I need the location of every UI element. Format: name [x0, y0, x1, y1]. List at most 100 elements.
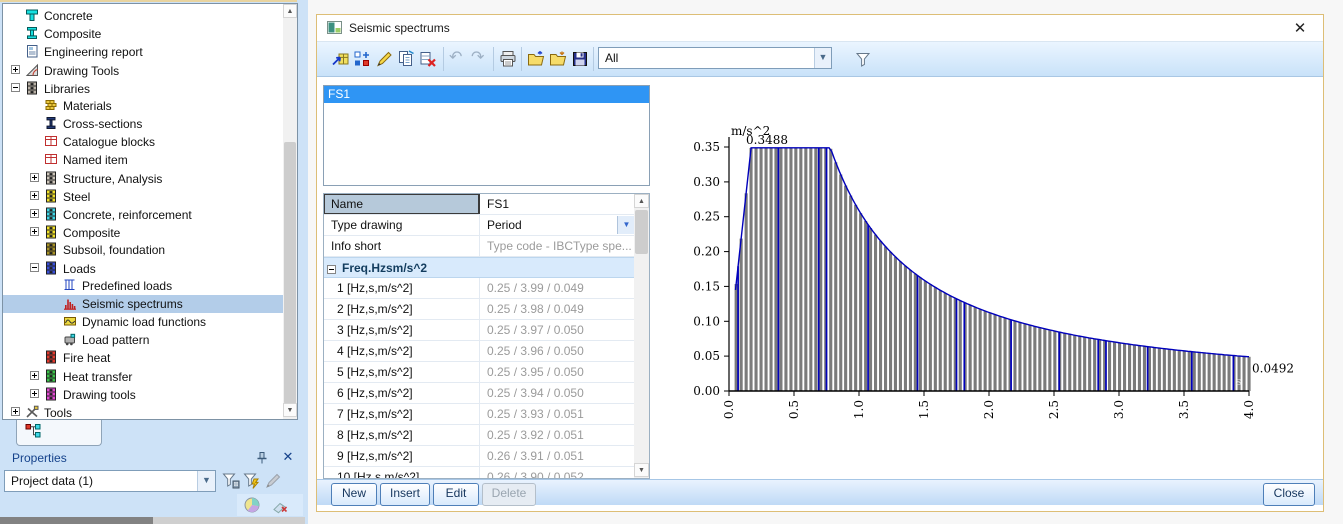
grid-scrollbar[interactable]: ▲ ▼	[634, 194, 649, 478]
grid-row-label[interactable]: Info short	[324, 236, 480, 256]
grid-row-value[interactable]: 0.26 / 3.90 / 0.052	[480, 467, 636, 479]
expand-icon[interactable]	[30, 367, 39, 376]
filter-quick-icon[interactable]	[242, 471, 262, 491]
scroll-up-icon[interactable]: ▲	[283, 4, 297, 18]
grid-row-value[interactable]: 0.25 / 3.93 / 0.051	[480, 404, 636, 424]
tree-item-composite[interactable]: Composite	[3, 25, 283, 43]
spectrum-list[interactable]: FS1	[323, 85, 650, 186]
grid-row-label[interactable]: 1 [Hz,s,m/s^2]	[324, 278, 480, 298]
grid-row-value[interactable]: 0.25 / 3.92 / 0.051	[480, 425, 636, 445]
grid-row[interactable]: 3 [Hz,s,m/s^2]0.25 / 3.97 / 0.050	[324, 320, 636, 341]
undo-icon[interactable]: ↶	[449, 47, 462, 67]
grid-row-value[interactable]: FS1	[480, 194, 636, 214]
tree-item-steel[interactable]: Steel	[3, 187, 283, 205]
filter-by-property-icon[interactable]	[221, 471, 241, 491]
tree-item-subsoil-foundation[interactable]: Subsoil, foundation	[3, 241, 283, 259]
insert-button[interactable]: Insert	[380, 483, 430, 506]
grid-row-value[interactable]: Period▼	[480, 215, 636, 235]
expand-icon[interactable]	[30, 385, 39, 394]
save-icon[interactable]	[571, 50, 589, 68]
chevron-down-icon[interactable]: ▼	[814, 48, 831, 68]
grid-row[interactable]: 10 [Hz,s,m/s^2]0.26 / 3.90 / 0.052	[324, 467, 636, 479]
tree-item-loads[interactable]: Loads	[3, 259, 283, 277]
tree-item-named-item[interactable]: Named item	[3, 151, 283, 169]
tree-item-drawing-tools[interactable]: Drawing tools	[3, 385, 283, 403]
scrollbar-thumb[interactable]	[635, 210, 648, 254]
scroll-down-icon[interactable]: ▼	[283, 403, 297, 417]
collapse-icon[interactable]	[11, 79, 20, 88]
tree-item-concrete[interactable]: Concrete	[3, 7, 283, 25]
expand-icon[interactable]	[11, 61, 20, 70]
grid-row-label[interactable]: 5 [Hz,s,m/s^2]	[324, 362, 480, 382]
grid-row-label[interactable]: Name	[324, 194, 480, 214]
expand-icon[interactable]	[30, 169, 39, 178]
grid-row-label[interactable]: 8 [Hz,s,m/s^2]	[324, 425, 480, 445]
grid-row[interactable]: NameFS1	[324, 194, 636, 215]
grid-row[interactable]: 4 [Hz,s,m/s^2]0.25 / 3.96 / 0.050	[324, 341, 636, 362]
tree-item-load-pattern[interactable]: Load pattern	[3, 331, 283, 349]
grid-section-header[interactable]: Freq.Hzsm/s^2	[324, 257, 636, 278]
expand-icon[interactable]	[11, 403, 20, 412]
redo-icon[interactable]: ↷	[471, 47, 484, 67]
import-folder-icon[interactable]	[549, 50, 567, 68]
grid-row-value[interactable]: 0.25 / 3.96 / 0.050	[480, 341, 636, 361]
tree-item-dynamic-load-functions[interactable]: Dynamic load functions	[3, 313, 283, 331]
close-icon[interactable]: ✕	[1291, 20, 1309, 38]
filter-combobox[interactable]: All ▼	[598, 47, 832, 69]
grid-row[interactable]: 6 [Hz,s,m/s^2]0.25 / 3.94 / 0.050	[324, 383, 636, 404]
grid-row[interactable]: 2 [Hz,s,m/s^2]0.25 / 3.98 / 0.049	[324, 299, 636, 320]
tree-dock-tab[interactable]	[16, 420, 102, 446]
tree-scrollbar[interactable]: ▲ ▼	[283, 4, 297, 419]
grid-row-value[interactable]: 0.25 / 3.94 / 0.050	[480, 383, 636, 403]
tree-item-concrete-reinforcement[interactable]: Concrete, reinforcement	[3, 205, 283, 223]
pin-icon[interactable]	[254, 450, 270, 466]
grid-row-value[interactable]: 0.25 / 3.97 / 0.050	[480, 320, 636, 340]
copy-icon[interactable]	[397, 50, 415, 68]
dialog-titlebar[interactable]: Seismic spectrums ✕	[317, 15, 1323, 41]
filter-funnel-icon[interactable]	[854, 50, 872, 68]
tree-item-composite[interactable]: Composite	[3, 223, 283, 241]
grid-row[interactable]: Type drawingPeriod▼	[324, 215, 636, 236]
open-folder-icon[interactable]	[527, 50, 545, 68]
run-input-icon[interactable]	[331, 50, 349, 68]
grid-row[interactable]: 7 [Hz,s,m/s^2]0.25 / 3.93 / 0.051	[324, 404, 636, 425]
properties-close-icon[interactable]: ✕	[280, 449, 296, 465]
grid-row-label[interactable]: 10 [Hz,s,m/s^2]	[324, 467, 480, 479]
tree-item-materials[interactable]: Materials	[3, 97, 283, 115]
grid-row[interactable]: 5 [Hz,s,m/s^2]0.25 / 3.95 / 0.050	[324, 362, 636, 383]
tree-item-heat-transfer[interactable]: Heat transfer	[3, 367, 283, 385]
properties-selector[interactable]: Project data (1) ▼	[4, 470, 216, 492]
tree-item-catalogue-blocks[interactable]: Catalogue blocks	[3, 133, 283, 151]
expand-icon[interactable]	[30, 205, 39, 214]
grid-row-value[interactable]: Type code - IBCType spe...	[480, 236, 636, 256]
tree-item-seismic-spectrums[interactable]: Seismic spectrums	[3, 295, 283, 313]
grid-row-label[interactable]: Type drawing	[324, 215, 480, 235]
expand-icon[interactable]	[30, 223, 39, 232]
grid-row-label[interactable]: 3 [Hz,s,m/s^2]	[324, 320, 480, 340]
tree-item-libraries[interactable]: Libraries	[3, 79, 283, 97]
grid-row-label[interactable]: 2 [Hz,s,m/s^2]	[324, 299, 480, 319]
list-item-fs1[interactable]: FS1	[324, 86, 649, 103]
collapse-icon[interactable]	[327, 263, 336, 272]
collapse-icon[interactable]	[30, 259, 39, 268]
grid-row-value[interactable]: 0.26 / 3.91 / 0.051	[480, 446, 636, 466]
grid-row-label[interactable]: 4 [Hz,s,m/s^2]	[324, 341, 480, 361]
new-button[interactable]: New	[331, 483, 377, 506]
grid-row[interactable]: 1 [Hz,s,m/s^2]0.25 / 3.99 / 0.049	[324, 278, 636, 299]
grid-row[interactable]: Info shortType code - IBCType spe...	[324, 236, 636, 257]
tree-item-predefined-loads[interactable]: Predefined loads	[3, 277, 283, 295]
tree-item-cross-sections[interactable]: Cross-sections	[3, 115, 283, 133]
grid-row[interactable]: 8 [Hz,s,m/s^2]0.25 / 3.92 / 0.051	[324, 425, 636, 446]
grid-row-value[interactable]: 0.25 / 3.99 / 0.049	[480, 278, 636, 298]
grid-row-value[interactable]: 0.25 / 3.95 / 0.050	[480, 362, 636, 382]
pie-chart-icon[interactable]	[243, 496, 261, 514]
scroll-down-icon[interactable]: ▼	[634, 463, 649, 477]
chevron-down-icon[interactable]: ▼	[197, 471, 215, 491]
tree-item-tools[interactable]: Tools	[3, 403, 283, 420]
tree-item-drawing-tools[interactable]: Drawing Tools	[3, 61, 283, 79]
tree-item-structure-analysis[interactable]: Structure, Analysis	[3, 169, 283, 187]
edit-icon[interactable]	[375, 50, 393, 68]
dropdown-icon[interactable]: ▼	[617, 216, 635, 234]
grid-row-label[interactable]: 6 [Hz,s,m/s^2]	[324, 383, 480, 403]
grid-row-value[interactable]: 0.25 / 3.98 / 0.049	[480, 299, 636, 319]
